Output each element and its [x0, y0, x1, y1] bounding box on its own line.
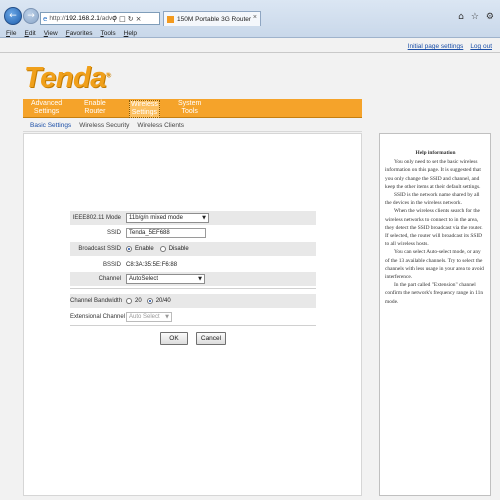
menu-view[interactable]: View — [44, 30, 58, 37]
favorites-star-icon[interactable]: ☆ — [471, 12, 479, 22]
ie-icon: e — [43, 14, 48, 23]
dropdown-arrow-icon: ▼ — [198, 276, 202, 282]
bandwidth-options: 20 20/40 — [126, 298, 171, 304]
help-paragraph: You only need to set the basic wireless … — [385, 159, 481, 190]
menu-tools[interactable]: Tools — [100, 30, 115, 37]
compatibility-icon[interactable]: □ — [119, 15, 126, 23]
nav-wireless-settings[interactable]: Wireless Settings — [129, 100, 160, 118]
menu-help[interactable]: Help — [124, 30, 137, 37]
address-bar[interactable]: e http://192.168.2.1/advd — [40, 12, 160, 25]
broadcast-row: Broadcast SSID Enable Disable — [70, 242, 316, 256]
main-nav: Advanced Settings Enable Router Wireless Se… — [23, 99, 362, 118]
mode-value: 11b/g/n mixed mode — [129, 215, 183, 221]
subnav-wireless-security[interactable]: Wireless Security — [79, 122, 129, 129]
channel-select[interactable]: AutoSelect ▼ — [126, 274, 205, 284]
bssid-label: BSSID — [102, 262, 121, 268]
forward-button[interactable]: → — [23, 8, 39, 24]
stop-icon[interactable]: × — [136, 15, 142, 23]
ssid-row: SSID Tenda_5EF688 — [70, 226, 316, 240]
url-text: http://192.168.2.1/advd — [49, 15, 116, 22]
tab-router[interactable]: 150M Portable 3G Router × — [163, 11, 261, 26]
tenda-logo: Tenda® — [24, 62, 110, 94]
tab-title: 150M Portable 3G Router — [177, 15, 252, 23]
settings-panel: IEEE802.11 Mode 11b/g/n mixed mode ▼ SSI… — [23, 133, 362, 496]
menu-bar: File Edit View Favorites Tools Help — [0, 28, 500, 38]
ext-channel-label: Extensional Channel — [70, 314, 126, 320]
broadcast-enable-label: Enable — [135, 246, 154, 252]
address-tools: ⚲ □ ↻ × — [112, 12, 142, 25]
divider — [0, 52, 500, 53]
broadcast-options: Enable Disable — [126, 246, 189, 252]
arrow-right-icon: → — [27, 11, 35, 21]
subnav-wireless-clients[interactable]: Wireless Clients — [137, 122, 184, 129]
bssid-value: C8:3A:35:5E:F6:88 — [126, 262, 178, 268]
menu-file[interactable]: File — [6, 30, 17, 37]
dropdown-arrow-icon: ▼ — [202, 215, 206, 221]
broadcast-disable-label: Disable — [168, 246, 189, 252]
help-paragraph: When the wireless clients search for the… — [385, 208, 483, 248]
bandwidth-row: Channel Bandwidth 20 20/40 — [70, 294, 316, 308]
cancel-button[interactable]: Cancel — [196, 332, 226, 345]
bandwidth-label: Channel Bandwidth — [70, 298, 123, 304]
nav-system-tools[interactable]: System Tools — [178, 100, 201, 116]
router-page: Initial page settings Log out Tenda® Adv… — [0, 38, 500, 500]
ssid-input[interactable]: Tenda_5EF688 — [126, 228, 206, 238]
subnav-basic-settings[interactable]: Basic Settings — [30, 122, 71, 129]
mode-label: IEEE802.11 Mode — [72, 215, 121, 221]
page-icon — [167, 15, 174, 23]
mode-row: IEEE802.11 Mode 11b/g/n mixed mode ▼ — [70, 211, 316, 225]
gear-icon[interactable]: ⚙ — [486, 12, 494, 22]
divider — [23, 131, 362, 132]
dropdown-arrow-icon: ▼ — [165, 314, 169, 320]
help-paragraph: SSID is the network name shared by all t… — [385, 192, 480, 207]
back-button[interactable]: ← — [4, 7, 22, 25]
sub-nav: Basic Settings Wireless Security Wireles… — [30, 122, 184, 129]
bandwidth-2040-label: 20/40 — [155, 298, 171, 304]
help-paragraph: You can select Auto-select mode, or any … — [385, 249, 484, 281]
menu-edit[interactable]: Edit — [25, 30, 36, 37]
search-icon[interactable]: ⚲ — [112, 15, 117, 23]
initial-settings-link[interactable]: Initial page settings — [408, 43, 464, 50]
ok-button[interactable]: OK — [160, 332, 188, 345]
help-paragraph: In the part called "Extension" channel c… — [385, 282, 484, 305]
ext-channel-value: Auto Select — [129, 314, 160, 320]
logout-link[interactable]: Log out — [470, 43, 492, 50]
broadcast-label: Broadcast SSID — [78, 246, 121, 252]
channel-label: Channel — [98, 276, 121, 282]
channel-value: AutoSelect — [129, 276, 159, 282]
refresh-icon[interactable]: ↻ — [128, 15, 134, 23]
home-icon[interactable]: ⌂ — [458, 12, 464, 22]
top-links: Initial page settings Log out — [408, 43, 492, 50]
ext-channel-row: Extensional Channel Auto Select ▼ — [70, 310, 316, 324]
help-title: Help information — [415, 150, 456, 156]
channel-row: Channel AutoSelect ▼ — [70, 272, 316, 286]
bssid-row: BSSID C8:3A:35:5E:F6:88 — [70, 258, 316, 272]
browser-toolbar-icons: ⌂ ☆ ⚙ — [458, 12, 494, 22]
arrow-left-icon: ← — [9, 11, 17, 21]
bandwidth-20-label: 20 — [135, 298, 142, 304]
ssid-label: SSID — [106, 230, 121, 236]
mode-select[interactable]: 11b/g/n mixed mode ▼ — [126, 213, 209, 223]
divider — [70, 325, 316, 326]
menu-favorites[interactable]: Favorites — [66, 30, 93, 37]
close-tab-icon[interactable]: × — [253, 14, 257, 21]
nav-advanced-settings[interactable]: Advanced Settings — [31, 100, 62, 116]
help-panel: Help information You only need to set th… — [379, 133, 491, 496]
help-content: Help information You only need to set th… — [385, 149, 486, 306]
divider — [70, 288, 316, 289]
bandwidth-20-radio[interactable] — [126, 298, 132, 304]
nav-enable-router[interactable]: Enable Router — [84, 100, 106, 116]
browser-chrome: ← → e http://192.168.2.1/advd ⚲ □ ↻ × 15… — [0, 0, 500, 38]
broadcast-disable-radio[interactable] — [159, 246, 166, 252]
broadcast-enable-radio[interactable] — [126, 246, 132, 252]
bandwidth-2040-radio[interactable] — [146, 298, 153, 304]
ext-channel-select[interactable]: Auto Select ▼ — [126, 312, 172, 322]
